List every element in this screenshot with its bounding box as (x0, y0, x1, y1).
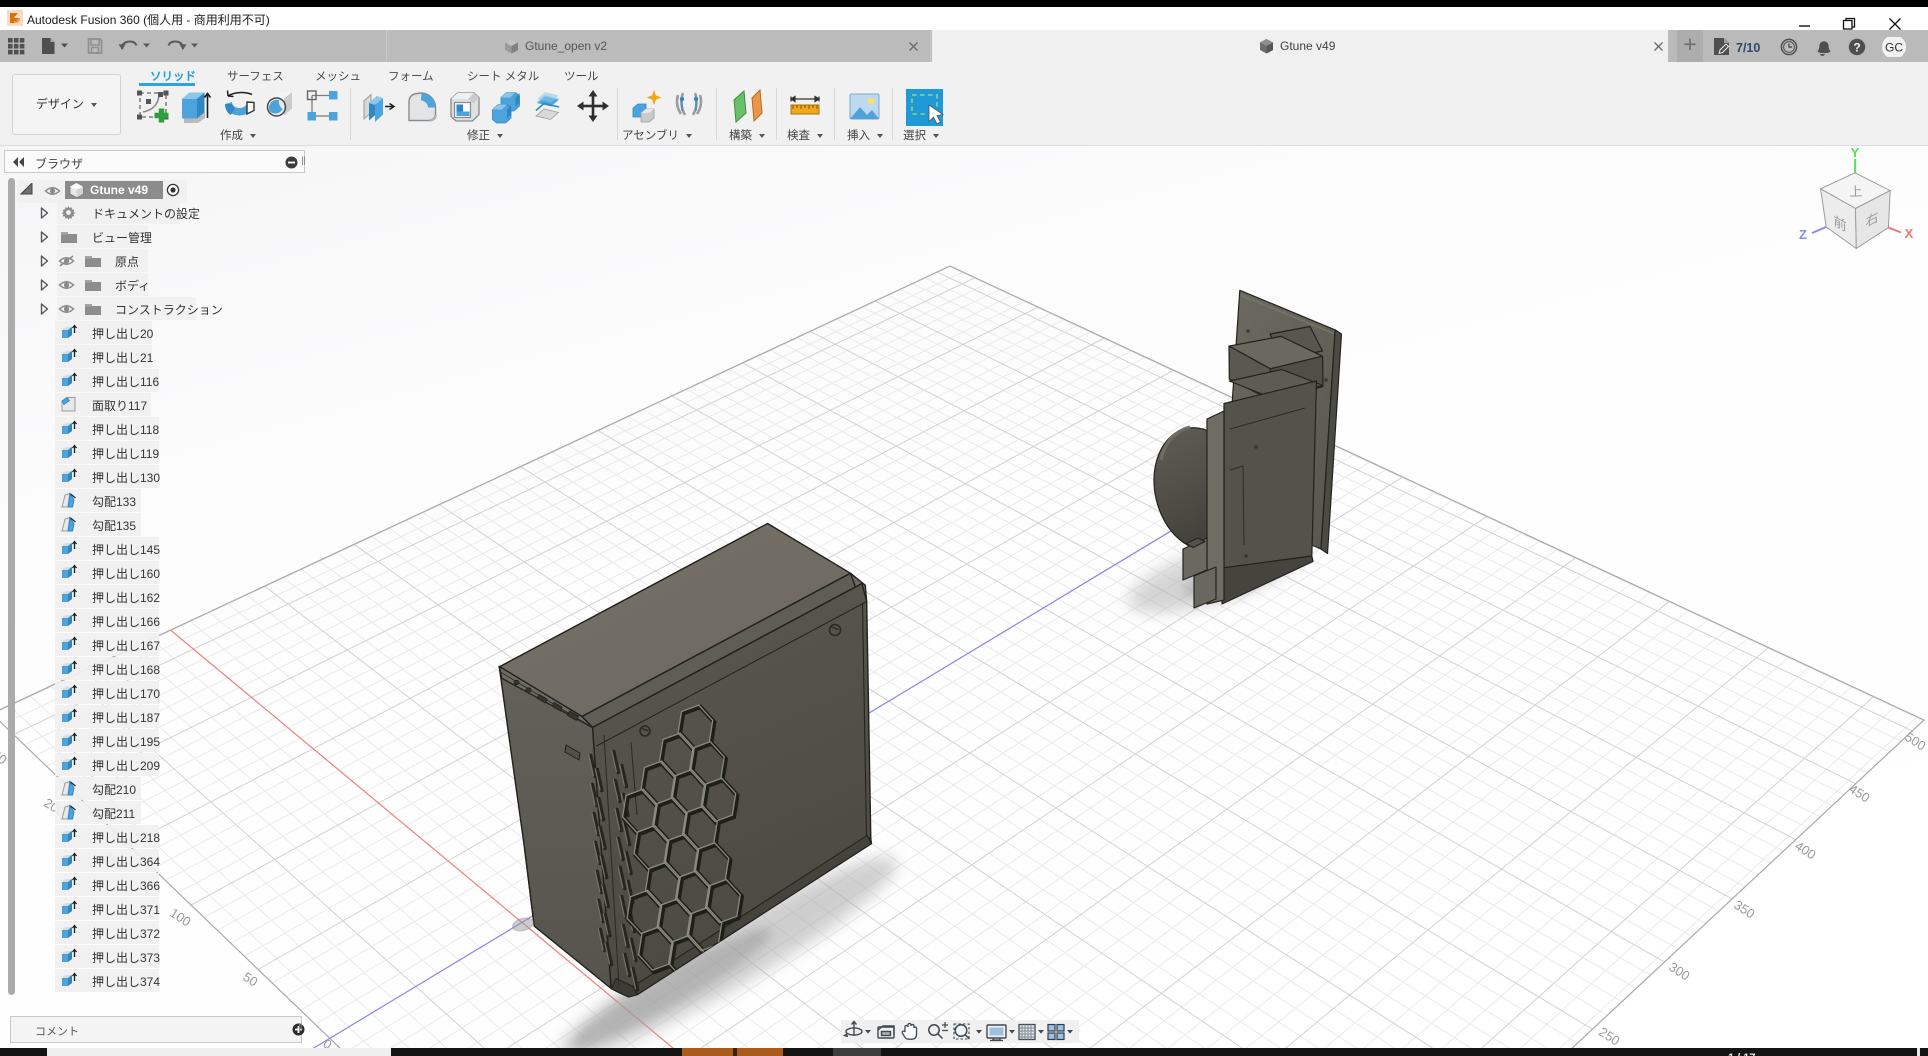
svg-text:上: 上 (1849, 184, 1863, 199)
svg-text:7/10: 7/10 (1736, 41, 1760, 55)
svg-text:X: X (1905, 226, 1914, 241)
svg-text:450: 450 (1846, 781, 1872, 805)
svg-text:Y: Y (1851, 146, 1860, 160)
svg-text:350: 350 (1731, 897, 1757, 921)
svg-text:?: ? (1853, 41, 1860, 55)
svg-text:500: 500 (1902, 729, 1928, 753)
svg-text:GC: GC (1885, 41, 1903, 55)
svg-text:Z: Z (1799, 227, 1807, 242)
svg-text:250: 250 (1596, 1024, 1622, 1048)
svg-text:300: 300 (1666, 959, 1692, 983)
svg-text:400: 400 (1792, 838, 1818, 862)
